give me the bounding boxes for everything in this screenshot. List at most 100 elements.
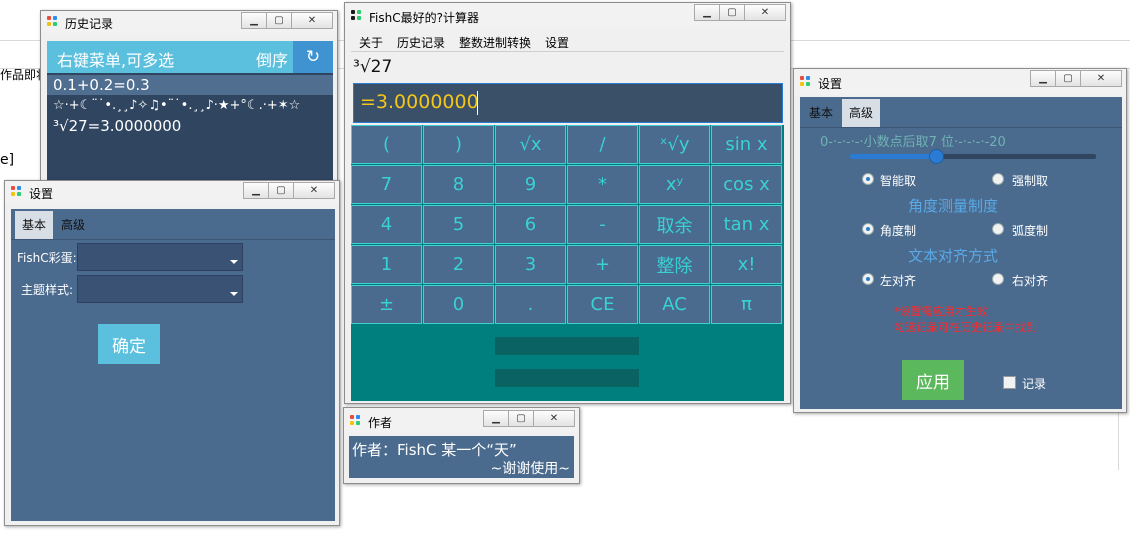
fishc-app-icon bbox=[47, 16, 59, 28]
tab-basic[interactable]: 基本 bbox=[804, 99, 838, 127]
calc-key[interactable]: cos x bbox=[711, 165, 782, 204]
egg-select[interactable] bbox=[77, 243, 243, 271]
calc-key[interactable]: CE bbox=[567, 285, 638, 324]
reverse-toggle[interactable]: 倒序 bbox=[256, 47, 288, 71]
calc-key[interactable]: / bbox=[567, 125, 638, 164]
calc-key[interactable]: tan x bbox=[711, 205, 782, 244]
text-cursor bbox=[477, 91, 478, 115]
close-icon[interactable]: ✕ bbox=[293, 182, 335, 199]
calc-key[interactable]: 整除 bbox=[639, 245, 710, 284]
settings-large-tabs: 基本 高级 bbox=[800, 97, 1122, 128]
fishc-app-icon bbox=[800, 76, 812, 88]
settings-small-titlebar[interactable]: 设置 ▁ ▢ ✕ bbox=[5, 181, 339, 203]
menu-history[interactable]: 历史记录 bbox=[397, 34, 445, 51]
calc-key[interactable]: 9 bbox=[495, 165, 566, 204]
tab-basic[interactable]: 基本 bbox=[15, 211, 53, 239]
calc-key[interactable]: ( bbox=[351, 125, 422, 164]
align-left-label[interactable]: 左对齐 bbox=[880, 272, 916, 289]
calc-key[interactable]: ˣ√y bbox=[639, 125, 710, 164]
minimize-icon[interactable]: ▁ bbox=[241, 12, 267, 29]
degree-label[interactable]: 角度制 bbox=[880, 222, 916, 239]
result-display[interactable]: =3.0000000 bbox=[353, 83, 783, 123]
radian-radio[interactable] bbox=[992, 223, 1004, 235]
calc-key[interactable]: 0 bbox=[423, 285, 494, 324]
history-header-text: 右键菜单,可多选 bbox=[57, 51, 175, 70]
calc-key[interactable]: AC bbox=[639, 285, 710, 324]
menu-settings[interactable]: 设置 bbox=[545, 34, 569, 51]
decimal-slider-fill bbox=[850, 154, 936, 159]
menu-about[interactable]: 关于 bbox=[359, 34, 383, 51]
calc-key[interactable]: * bbox=[567, 165, 638, 204]
minimize-icon[interactable]: ▁ bbox=[1030, 70, 1056, 87]
list-item[interactable]: ³√27=3.0000000 bbox=[47, 116, 333, 136]
force-round-label[interactable]: 强制取 bbox=[1012, 172, 1048, 189]
degree-radio[interactable] bbox=[862, 223, 874, 235]
settings-large-titlebar[interactable]: 设置 ▁ ▢ ✕ bbox=[794, 69, 1126, 95]
theme-select[interactable] bbox=[77, 275, 243, 303]
refresh-icon[interactable]: ↻ bbox=[293, 41, 333, 73]
calc-key[interactable]: 5 bbox=[423, 205, 494, 244]
calc-key[interactable]: . bbox=[495, 285, 566, 324]
minimize-icon[interactable]: ▁ bbox=[694, 4, 720, 21]
calculator-window: FishC最好的?计算器 ▁ ▢ ✕ 关于 历史记录 整数进制转换 设置 ³√2… bbox=[344, 2, 791, 404]
decimal-slider-track[interactable] bbox=[850, 149, 1096, 164]
align-right-radio[interactable] bbox=[992, 273, 1004, 285]
close-icon[interactable]: ✕ bbox=[533, 410, 575, 427]
calc-key[interactable]: xʸ bbox=[639, 165, 710, 204]
apply-button[interactable]: 应用 bbox=[902, 360, 964, 400]
list-item[interactable]: ☆·+☾¨˙•.¸¸♪✧♫•¨˙•.¸¸♪·★+°☾.·+✶☆ bbox=[47, 96, 333, 116]
menu-base-convert[interactable]: 整数进制转换 bbox=[459, 34, 531, 51]
maximize-icon[interactable]: ▢ bbox=[1055, 70, 1081, 87]
smart-round-label[interactable]: 智能取 bbox=[880, 172, 916, 189]
maximize-icon[interactable]: ▢ bbox=[268, 182, 294, 199]
expression-display: ³√27 bbox=[353, 57, 393, 77]
calc-key[interactable]: 8 bbox=[423, 165, 494, 204]
tab-advanced[interactable]: 高级 bbox=[842, 99, 880, 127]
calc-key[interactable]: ± bbox=[351, 285, 422, 324]
author-titlebar[interactable]: 作者 ▁ ▢ ✕ bbox=[344, 408, 579, 432]
close-icon[interactable]: ✕ bbox=[744, 4, 786, 21]
maximize-icon[interactable]: ▢ bbox=[719, 4, 745, 21]
settings-large-panel: 基本 高级 0-·-·-·-·小数点后取7 位·-·-·-·-20 智能取 强制… bbox=[800, 97, 1122, 409]
calc-key[interactable]: 1 bbox=[351, 245, 422, 284]
calc-key[interactable]: sin x bbox=[711, 125, 782, 164]
record-checkbox[interactable] bbox=[1003, 376, 1016, 389]
calculator-titlebar[interactable]: FishC最好的?计算器 ▁ ▢ ✕ bbox=[345, 3, 790, 27]
list-item[interactable]: 0.1+0.2=0.3 bbox=[47, 75, 333, 95]
calc-key[interactable]: ) bbox=[423, 125, 494, 164]
minimize-icon[interactable]: ▁ bbox=[483, 410, 509, 427]
minimize-icon[interactable]: ▁ bbox=[243, 182, 269, 199]
calc-key[interactable]: √x bbox=[495, 125, 566, 164]
calc-key[interactable]: - bbox=[567, 205, 638, 244]
force-round-radio[interactable] bbox=[992, 173, 1004, 185]
smart-round-radio[interactable] bbox=[862, 173, 874, 185]
result-text: =3.0000000 bbox=[360, 91, 479, 113]
calc-key[interactable]: π bbox=[711, 285, 782, 324]
maximize-icon[interactable]: ▢ bbox=[266, 12, 292, 29]
calc-key[interactable]: 3 bbox=[495, 245, 566, 284]
calc-key[interactable]: 2 bbox=[423, 245, 494, 284]
fishc-app-icon bbox=[351, 10, 363, 22]
calc-key[interactable]: x! bbox=[711, 245, 782, 284]
decimal-slider-handle[interactable] bbox=[929, 149, 944, 164]
calc-key[interactable]: 6 bbox=[495, 205, 566, 244]
calc-key[interactable]: 取余 bbox=[639, 205, 710, 244]
empty-slot bbox=[495, 337, 639, 355]
author-window: 作者 ▁ ▢ ✕ 作者：FishC 某一个“天” ~谢谢使用~ bbox=[343, 407, 580, 484]
align-right-label[interactable]: 右对齐 bbox=[1012, 272, 1048, 289]
calc-key[interactable]: + bbox=[567, 245, 638, 284]
align-left-radio[interactable] bbox=[862, 273, 874, 285]
calc-key[interactable]: 4 bbox=[351, 205, 422, 244]
history-titlebar[interactable]: 历史记录 ▁ ▢ ✕ bbox=[41, 11, 337, 33]
close-icon[interactable]: ✕ bbox=[291, 12, 333, 29]
radian-label[interactable]: 弧度制 bbox=[1012, 222, 1048, 239]
maximize-icon[interactable]: ▢ bbox=[508, 410, 534, 427]
fishc-app-icon bbox=[350, 415, 362, 427]
tab-advanced[interactable]: 高级 bbox=[55, 211, 91, 239]
angle-section-title: 角度测量制度 bbox=[908, 197, 999, 215]
close-icon[interactable]: ✕ bbox=[1080, 70, 1122, 87]
confirm-button[interactable]: 确定 bbox=[98, 324, 160, 364]
calc-key[interactable]: 7 bbox=[351, 165, 422, 204]
record-label[interactable]: 记录 bbox=[1022, 375, 1046, 392]
slider-value-text: 小数点后取7 位 bbox=[863, 135, 954, 150]
